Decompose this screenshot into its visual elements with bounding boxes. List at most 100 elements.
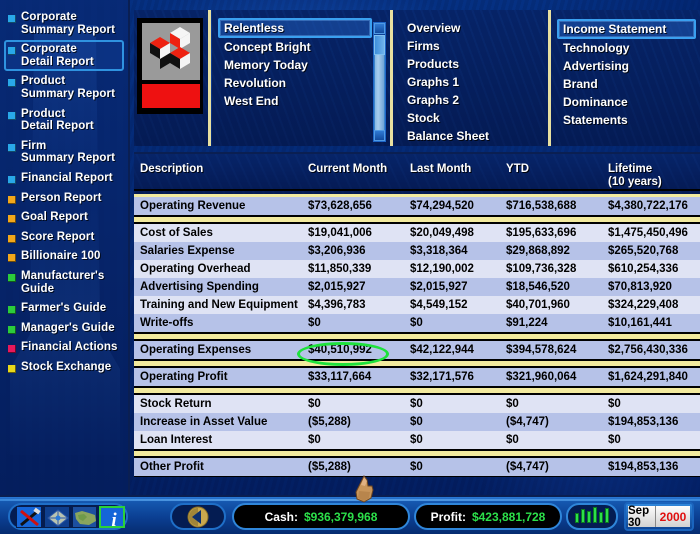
sidebar-item-billionaire-100[interactable]: Billionaire 100 <box>4 247 124 266</box>
row-value: $3,318,364 <box>410 245 468 257</box>
world-map-icon-glyph <box>72 506 97 527</box>
table-row[interactable]: Write-offs $0 $0 $91,224 $10,161,441 <box>134 314 700 332</box>
nav-item-statements[interactable]: Statements <box>557 111 696 129</box>
sidebar-item-stock-exchange[interactable]: Stock Exchange <box>4 358 124 377</box>
nav-primary-panel: Overview Firms Products Graphs 1 Graphs 2 Sto… <box>393 10 548 146</box>
table-row[interactable]: Loan Interest $0 $0 $0 $0 <box>134 431 700 449</box>
table-row[interactable]: Other Profit ($5,288) $0 ($4,747) $194,853,1… <box>134 458 700 476</box>
nav-item-graphs-1[interactable]: Graphs 1 <box>401 73 544 91</box>
sidebar-item-score-report[interactable]: Score Report <box>4 228 124 247</box>
nav-item-stock[interactable]: Stock <box>401 109 544 127</box>
nav-item-income-statement[interactable]: Income Statement <box>557 19 696 39</box>
table-row[interactable]: Cost of Sales $19,041,006 $20,049,498 $195,… <box>134 224 700 242</box>
row-value: $0 <box>410 398 423 410</box>
sidebar-item-manufacturer-s-guide[interactable]: Manufacturer's Guide <box>4 267 124 298</box>
table-row[interactable]: Salaries Expense $3,206,936 $3,318,364 $29,… <box>134 242 700 260</box>
table-separator <box>134 476 700 477</box>
row-label: Operating Profit <box>140 371 228 383</box>
row-value: ($4,747) <box>506 461 549 473</box>
row-label: Loan Interest <box>140 434 213 446</box>
nav-item-brand[interactable]: Brand <box>557 75 696 93</box>
sidebar-item-label: Score Report <box>21 230 95 243</box>
nav-item-technology[interactable]: Technology <box>557 39 696 57</box>
world-map-icon[interactable] <box>71 505 98 528</box>
row-label: Stock Return <box>140 398 212 410</box>
nav-item-overview[interactable]: Overview <box>401 19 544 37</box>
scroll-up-button[interactable] <box>374 23 385 34</box>
row-value: $42,122,944 <box>410 344 474 356</box>
table-row[interactable]: Operating Profit $33,117,664 $32,171,576 $3… <box>134 368 700 386</box>
row-value: $11,850,339 <box>308 263 372 275</box>
row-value: $2,015,927 <box>410 281 468 293</box>
speed-bar <box>605 508 609 523</box>
row-label: Operating Overhead <box>140 263 251 275</box>
nav-item-graphs-2[interactable]: Graphs 2 <box>401 91 544 109</box>
sidebar-item-product-summary-report[interactable]: Product Summary Report <box>4 72 124 103</box>
profit-display: Profit: $423,881,728 <box>414 503 562 530</box>
row-value: $3,206,936 <box>308 245 366 257</box>
bullet-icon <box>8 273 16 282</box>
nav-item-balance-sheet[interactable]: Balance Sheet <box>401 127 544 145</box>
table-row[interactable]: Stock Return $0 $0 $0 $0 <box>134 395 700 413</box>
sidebar-item-corporate-summary-report[interactable]: Corporate Summary Report <box>4 8 124 39</box>
bullet-icon <box>8 254 16 263</box>
row-label: Increase in Asset Value <box>140 416 268 428</box>
company-item-west-end[interactable]: West End <box>218 92 372 110</box>
sidebar-item-label: Product Summary Report <box>21 75 116 100</box>
speed-meter[interactable] <box>566 503 618 530</box>
row-value: $4,396,783 <box>308 299 366 311</box>
sidebar-item-firm-summary-report[interactable]: Firm Summary Report <box>4 137 124 168</box>
table-row[interactable]: Training and New Equipment $4,396,783 $4,5… <box>134 296 700 314</box>
row-value: $0 <box>410 434 423 446</box>
scroll-down-button[interactable] <box>374 130 385 141</box>
table-column-header: Current Month <box>308 163 388 175</box>
income-statement-table: Description Current Month Last Month YTD Lif… <box>134 152 700 477</box>
row-value: $70,813,920 <box>608 281 672 293</box>
table-row[interactable]: Operating Revenue $73,628,656 $74,294,520 $… <box>134 197 700 215</box>
cash-label: Cash: <box>264 509 298 524</box>
map-grid-icon[interactable] <box>43 505 70 528</box>
tools-icon[interactable] <box>16 505 42 528</box>
row-value: ($4,747) <box>506 416 549 428</box>
speed-bar <box>599 512 603 523</box>
back-button[interactable] <box>170 503 226 530</box>
row-value: $1,475,450,496 <box>608 227 688 239</box>
company-item-relentless[interactable]: Relentless <box>218 18 372 38</box>
panel-divider <box>208 10 211 146</box>
nav-item-firms[interactable]: Firms <box>401 37 544 55</box>
sidebar-item-financial-actions[interactable]: Financial Actions <box>4 338 124 357</box>
table-row[interactable]: Operating Overhead $11,850,339 $12,190,002… <box>134 260 700 278</box>
scrollbar-thumb[interactable] <box>374 35 385 55</box>
sidebar-item-manager-s-guide[interactable]: Manager's Guide <box>4 319 124 338</box>
table-row[interactable]: Increase in Asset Value ($5,288) $0 ($4,747… <box>134 413 700 431</box>
table-body: Operating Revenue $73,628,656 $74,294,520 $… <box>134 197 700 477</box>
row-value: $18,546,520 <box>506 281 570 293</box>
company-item-revolution[interactable]: Revolution <box>218 74 372 92</box>
nav-item-advertising[interactable]: Advertising <box>557 57 696 75</box>
company-list-scrollbar[interactable] <box>373 22 386 142</box>
table-row[interactable]: Operating Expenses $40,510,992 $42,122,944… <box>134 341 700 359</box>
row-label: Write-offs <box>140 317 194 329</box>
row-value: $4,549,152 <box>410 299 468 311</box>
nav-item-dominance[interactable]: Dominance <box>557 93 696 111</box>
sidebar-item-financial-report[interactable]: Financial Report <box>4 169 124 188</box>
table-column-header: Lifetime (10 years) <box>608 163 662 188</box>
sidebar-item-farmer-s-guide[interactable]: Farmer's Guide <box>4 299 124 318</box>
row-value: $1,624,291,840 <box>608 371 688 383</box>
table-row[interactable]: Advertising Spending $2,015,927 $2,015,927… <box>134 278 700 296</box>
row-label: Training and New Equipment <box>140 299 298 311</box>
row-value: $716,538,688 <box>506 200 577 212</box>
sidebar-item-person-report[interactable]: Person Report <box>4 189 124 208</box>
row-value: $74,294,520 <box>410 200 474 212</box>
sidebar-item-corporate-detail-report[interactable]: Corporate Detail Report <box>4 40 124 72</box>
nav-item-products[interactable]: Products <box>401 55 544 73</box>
company-item-memory-today[interactable]: Memory Today <box>218 56 372 74</box>
date-display[interactable]: Sep 30 2000 <box>624 502 694 531</box>
row-label: Salaries Expense <box>140 245 235 257</box>
sidebar-item-product-detail-report[interactable]: Product Detail Report <box>4 105 124 136</box>
speed-bar <box>575 513 579 523</box>
info-icon[interactable]: i <box>99 505 126 528</box>
sidebar-item-goal-report[interactable]: Goal Report <box>4 208 124 227</box>
company-item-concept-bright[interactable]: Concept Bright <box>218 38 372 56</box>
sidebar-item-label: Billionaire 100 <box>21 250 101 263</box>
